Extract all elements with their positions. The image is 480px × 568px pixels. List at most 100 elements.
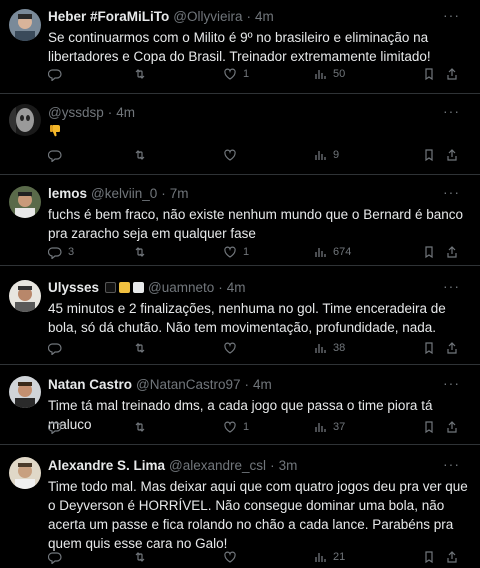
- reply-icon: [48, 150, 62, 162]
- timestamp[interactable]: 4m: [253, 377, 272, 392]
- reply-button[interactable]: [48, 67, 68, 81]
- like-button[interactable]: 1: [223, 67, 249, 81]
- user-handle[interactable]: @kelviin_0: [91, 186, 157, 201]
- bookmark-button[interactable]: [422, 245, 436, 259]
- bookmark-icon: [425, 551, 433, 564]
- like-button[interactable]: [223, 341, 243, 355]
- more-options-icon[interactable]: ···: [443, 278, 460, 294]
- tweet[interactable]: @yssdsp · 4m ··· 9: [0, 94, 480, 175]
- views-count: 674: [333, 246, 352, 258]
- tweet-header: Ulysses @uamneto · 4m: [48, 278, 472, 296]
- retweet-button[interactable]: [133, 245, 153, 259]
- like-icon: [224, 551, 236, 563]
- views-button[interactable]: 21: [313, 550, 345, 564]
- views-icon: [315, 151, 326, 160]
- views-button[interactable]: 9: [313, 148, 339, 162]
- like-button[interactable]: [223, 550, 243, 564]
- more-options-icon[interactable]: ···: [443, 375, 460, 391]
- user-handle[interactable]: @uamneto: [148, 280, 214, 295]
- share-button[interactable]: [445, 148, 459, 162]
- retweet-button[interactable]: [133, 420, 153, 434]
- reply-icon: [48, 247, 62, 259]
- views-icon: [315, 344, 326, 353]
- tweet[interactable]: Natan Castro @NatanCastro97 · 4m ··· Tim…: [0, 365, 480, 445]
- retweet-button[interactable]: [133, 148, 153, 162]
- timestamp[interactable]: 4m: [116, 105, 135, 120]
- share-button[interactable]: [445, 550, 459, 564]
- bookmark-button[interactable]: [422, 67, 436, 81]
- reply-button[interactable]: [48, 420, 68, 434]
- reply-icon: [48, 69, 62, 81]
- reply-button[interactable]: [48, 341, 68, 355]
- tweet[interactable]: lemos @kelviin_0 · 7m ··· fuchs é bem fr…: [0, 175, 480, 266]
- user-handle[interactable]: @alexandre_csl: [169, 458, 266, 473]
- views-button[interactable]: 674: [313, 245, 351, 259]
- profile-badges: [105, 281, 145, 293]
- reply-button[interactable]: [48, 550, 68, 564]
- more-options-icon[interactable]: ···: [443, 7, 460, 23]
- display-name[interactable]: Heber #ForaMiLiTo: [48, 9, 169, 24]
- tweet-actions: 3 1 674: [48, 245, 480, 261]
- like-button[interactable]: 1: [223, 420, 249, 434]
- avatar[interactable]: [9, 9, 41, 41]
- share-button[interactable]: [445, 341, 459, 355]
- separator-dot: ·: [270, 457, 275, 473]
- share-button[interactable]: [445, 420, 459, 434]
- like-icon: [224, 68, 236, 80]
- views-count: 9: [333, 149, 340, 161]
- user-handle[interactable]: @NatanCastro97: [136, 377, 241, 392]
- display-name[interactable]: lemos: [48, 186, 87, 201]
- retweet-button[interactable]: [133, 67, 153, 81]
- avatar[interactable]: [9, 457, 41, 489]
- bookmark-icon: [425, 342, 433, 355]
- tweet-text: Time todo mal. Mas deixar aqui que com q…: [48, 479, 468, 551]
- timestamp[interactable]: 7m: [170, 186, 189, 201]
- avatar[interactable]: [9, 376, 41, 408]
- views-button[interactable]: 37: [313, 420, 345, 434]
- display-name[interactable]: Natan Castro: [48, 377, 132, 392]
- more-options-icon[interactable]: ···: [443, 184, 460, 200]
- avatar[interactable]: [9, 104, 41, 136]
- reply-button[interactable]: [48, 148, 68, 162]
- retweet-button[interactable]: [133, 550, 153, 564]
- avatar[interactable]: [9, 186, 41, 218]
- like-icon: [224, 246, 236, 258]
- timestamp[interactable]: 3m: [279, 458, 298, 473]
- display-name[interactable]: Ulysses: [48, 280, 99, 295]
- views-icon: [315, 70, 326, 79]
- tweet-header: Alexandre S. Lima @alexandre_csl · 3m: [48, 456, 472, 474]
- yellow-square-icon: [119, 281, 131, 293]
- like-button[interactable]: 1: [223, 245, 249, 259]
- reply-button[interactable]: 3: [48, 245, 74, 259]
- tweet-text: fuchs é bem fraco, não existe nenhum mun…: [48, 207, 464, 241]
- like-button[interactable]: [223, 148, 243, 162]
- views-button[interactable]: 50: [313, 67, 345, 81]
- tweet[interactable]: Heber #ForaMiLiTo @Ollyvieira · 4m ··· S…: [0, 0, 480, 94]
- retweet-button[interactable]: [133, 341, 153, 355]
- user-handle[interactable]: @Ollyvieira: [173, 9, 242, 24]
- more-options-icon[interactable]: ···: [443, 456, 460, 472]
- avatar[interactable]: [9, 280, 41, 312]
- bookmark-button[interactable]: [422, 148, 436, 162]
- tweet[interactable]: Ulysses @uamneto · 4m ··· 45 minutos e 2…: [0, 266, 480, 365]
- tweet[interactable]: Alexandre S. Lima @alexandre_csl · 3m ··…: [0, 445, 480, 568]
- display-name[interactable]: Alexandre S. Lima: [48, 458, 165, 473]
- timestamp[interactable]: 4m: [227, 280, 246, 295]
- share-button[interactable]: [445, 67, 459, 81]
- timestamp[interactable]: 4m: [255, 9, 274, 24]
- more-options-icon[interactable]: ···: [443, 103, 460, 119]
- share-button[interactable]: [445, 245, 459, 259]
- bookmark-button[interactable]: [422, 550, 436, 564]
- bookmark-button[interactable]: [422, 341, 436, 355]
- share-icon: [447, 246, 457, 258]
- views-button[interactable]: 38: [313, 341, 345, 355]
- separator-dot: ·: [218, 279, 223, 295]
- tweet-header: lemos @kelviin_0 · 7m: [48, 184, 472, 202]
- bookmark-button[interactable]: [422, 420, 436, 434]
- share-icon: [447, 342, 457, 354]
- reply-icon: [48, 422, 62, 434]
- share-icon: [447, 68, 457, 80]
- tweet-actions: 1 50: [48, 67, 480, 83]
- user-handle[interactable]: @yssdsp: [48, 105, 104, 120]
- separator-dot: ·: [246, 8, 251, 24]
